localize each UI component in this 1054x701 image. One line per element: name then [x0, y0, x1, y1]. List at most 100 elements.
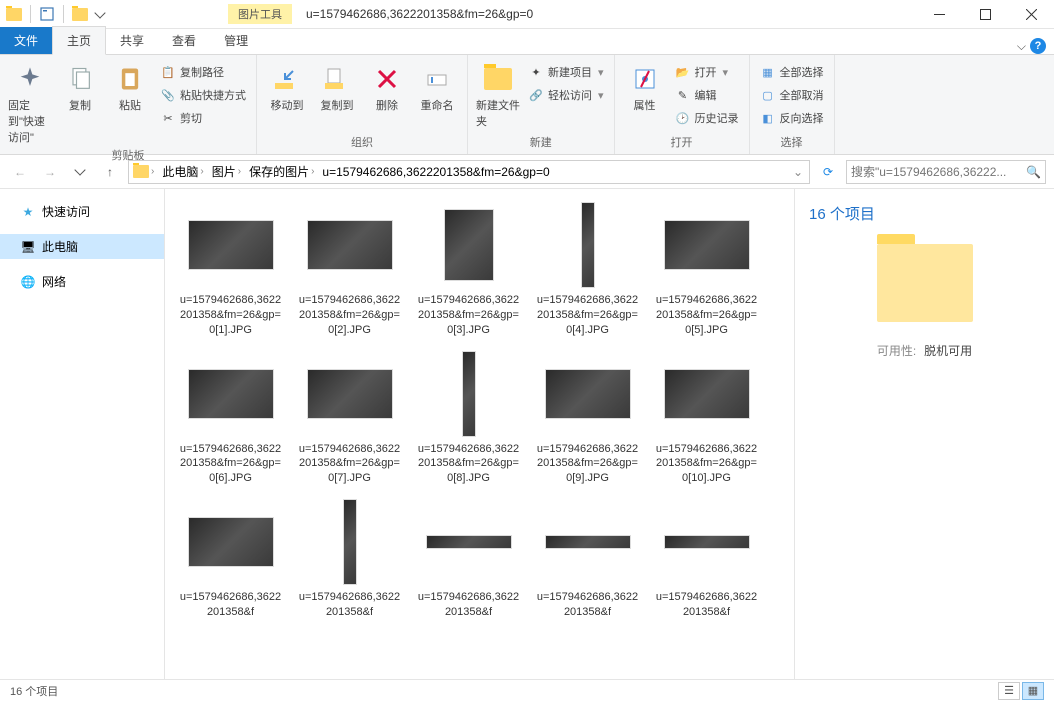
- view-details-button[interactable]: ☰: [998, 682, 1020, 700]
- file-item[interactable]: u=1579462686,3622201358&fm=26&gp=0[7].JP…: [292, 346, 407, 491]
- open-group-label: 打开: [621, 134, 743, 152]
- tab-manage[interactable]: 管理: [210, 27, 262, 54]
- file-item[interactable]: u=1579462686,3622201358&f: [173, 494, 288, 624]
- app-icon: [6, 8, 22, 21]
- file-item[interactable]: u=1579462686,3622201358&f: [292, 494, 407, 624]
- file-item[interactable]: u=1579462686,3622201358&f: [411, 494, 526, 624]
- thumbnail: [425, 498, 513, 586]
- file-view[interactable]: u=1579462686,3622201358&fm=26&gp=0[1].JP…: [165, 189, 794, 679]
- newfolder-button[interactable]: 新建文件夹: [474, 61, 522, 131]
- tab-view[interactable]: 查看: [158, 27, 210, 54]
- sidebar-item-this-pc[interactable]: 🖥此电脑: [0, 234, 164, 259]
- breadcrumb-root-icon[interactable]: ›: [129, 161, 158, 183]
- file-item[interactable]: u=1579462686,3622201358&f: [530, 494, 645, 624]
- refresh-icon[interactable]: ⟳: [816, 160, 840, 184]
- close-button[interactable]: [1008, 0, 1054, 29]
- maximize-button[interactable]: [962, 0, 1008, 29]
- organize-group-label: 组织: [263, 134, 461, 152]
- pasteshortcut-button[interactable]: 📎粘贴快捷方式: [156, 84, 250, 106]
- thumbnail: [425, 350, 513, 438]
- invertsel-button[interactable]: ◧反向选择: [756, 107, 828, 129]
- file-name: u=1579462686,3622201358&fm=26&gp=0[8].JP…: [415, 442, 522, 487]
- thumbnail: [544, 350, 632, 438]
- breadcrumb[interactable]: › 此电脑› 图片› 保存的图片› u=1579462686,362220135…: [128, 160, 810, 184]
- tab-share[interactable]: 共享: [106, 27, 158, 54]
- newitem-button[interactable]: ✦新建项目▾: [524, 61, 608, 83]
- file-item[interactable]: u=1579462686,3622201358&fm=26&gp=0[1].JP…: [173, 197, 288, 342]
- file-name: u=1579462686,3622201358&f: [296, 590, 403, 620]
- breadcrumb-pictures[interactable]: 图片›: [208, 161, 245, 183]
- file-item[interactable]: u=1579462686,3622201358&fm=26&gp=0[10].J…: [649, 346, 764, 491]
- search-icon: 🔍: [1026, 165, 1041, 179]
- address-bar: ← → ↑ › 此电脑› 图片› 保存的图片› u=1579462686,362…: [0, 155, 1054, 189]
- qat-properties-icon[interactable]: [39, 6, 55, 22]
- ribbon-tabs: 文件 主页 共享 查看 管理 ⌵ ?: [0, 29, 1054, 55]
- sidebar-item-quick-access[interactable]: ★快速访问: [0, 199, 164, 224]
- quick-access-toolbar: [0, 5, 108, 23]
- select-group-label: 选择: [756, 134, 828, 152]
- contextual-tab-label: 图片工具: [228, 4, 292, 24]
- details-availability: 可用性: 脱机可用: [809, 342, 1040, 359]
- file-name: u=1579462686,3622201358&f: [653, 590, 760, 620]
- ribbon-group-new: 新建文件夹 ✦新建项目▾ 🔗轻松访问▾ 新建: [468, 55, 615, 154]
- file-name: u=1579462686,3622201358&f: [177, 590, 284, 620]
- nav-forward-icon[interactable]: →: [38, 160, 62, 184]
- copypath-button[interactable]: 📋复制路径: [156, 61, 250, 83]
- edit-button[interactable]: ✎编辑: [671, 84, 743, 106]
- breadcrumb-dropdown-icon[interactable]: ⌄: [787, 165, 809, 179]
- search-input[interactable]: [851, 165, 1026, 179]
- search-box[interactable]: 🔍: [846, 160, 1046, 184]
- delete-button[interactable]: 删除: [363, 61, 411, 115]
- easyaccess-button[interactable]: 🔗轻松访问▾: [524, 84, 608, 106]
- thumbnail: [187, 201, 275, 289]
- file-item[interactable]: u=1579462686,3622201358&fm=26&gp=0[3].JP…: [411, 197, 526, 342]
- qat-customize-icon[interactable]: [92, 6, 108, 22]
- ribbon-expand-icon[interactable]: ⌵: [1017, 39, 1026, 54]
- tab-home[interactable]: 主页: [52, 26, 106, 55]
- file-item[interactable]: u=1579462686,3622201358&fm=26&gp=0[8].JP…: [411, 346, 526, 491]
- nav-back-icon[interactable]: ←: [8, 160, 32, 184]
- file-name: u=1579462686,3622201358&f: [534, 590, 641, 620]
- history-button[interactable]: 🕑历史记录: [671, 107, 743, 129]
- pc-icon: 🖥: [20, 239, 36, 255]
- copyto-button[interactable]: 复制到: [313, 61, 361, 115]
- file-item[interactable]: u=1579462686,3622201358&fm=26&gp=0[5].JP…: [649, 197, 764, 342]
- pin-button[interactable]: 固定到"快速访问": [6, 61, 54, 147]
- file-item[interactable]: u=1579462686,3622201358&f: [649, 494, 764, 624]
- thumbnail: [306, 201, 394, 289]
- nav-up-icon[interactable]: ↑: [98, 160, 122, 184]
- selectnone-button[interactable]: ▢全部取消: [756, 84, 828, 106]
- file-item[interactable]: u=1579462686,3622201358&fm=26&gp=0[2].JP…: [292, 197, 407, 342]
- status-item-count: 16 个项目: [10, 683, 58, 699]
- availability-value: 脱机可用: [924, 342, 972, 359]
- minimize-button[interactable]: [916, 0, 962, 29]
- sidebar-item-network[interactable]: 🌐网络: [0, 269, 164, 294]
- ribbon-group-open: 属性 📂打开▾ ✎编辑 🕑历史记录 打开: [615, 55, 750, 154]
- properties-button[interactable]: 属性: [621, 61, 669, 115]
- nav-recent-icon[interactable]: [68, 160, 92, 184]
- breadcrumb-current[interactable]: u=1579462686,3622201358&fm=26&gp=0: [318, 161, 553, 183]
- ribbon-group-organize: 移动到 复制到 删除 重命名 组织: [257, 55, 468, 154]
- file-item[interactable]: u=1579462686,3622201358&fm=26&gp=0[9].JP…: [530, 346, 645, 491]
- file-item[interactable]: u=1579462686,3622201358&fm=26&gp=0[6].JP…: [173, 346, 288, 491]
- thumbnail: [544, 201, 632, 289]
- thumbnail: [306, 350, 394, 438]
- view-icons-button[interactable]: ▦: [1022, 682, 1044, 700]
- open-button[interactable]: 📂打开▾: [671, 61, 743, 83]
- thumbnail: [663, 350, 751, 438]
- breadcrumb-pc[interactable]: 此电脑›: [158, 161, 207, 183]
- rename-button[interactable]: 重命名: [413, 61, 461, 115]
- cut-button[interactable]: ✂剪切: [156, 107, 250, 129]
- selectall-button[interactable]: ▦全部选择: [756, 61, 828, 83]
- moveto-button[interactable]: 移动到: [263, 61, 311, 115]
- breadcrumb-saved[interactable]: 保存的图片›: [245, 161, 318, 183]
- thumbnail: [425, 201, 513, 289]
- help-icon[interactable]: ?: [1030, 38, 1046, 54]
- copy-label: 复制: [69, 97, 91, 113]
- file-item[interactable]: u=1579462686,3622201358&fm=26&gp=0[4].JP…: [530, 197, 645, 342]
- status-bar: 16 个项目 ☰ ▦: [0, 679, 1054, 701]
- copy-button[interactable]: 复制: [56, 61, 104, 115]
- paste-button[interactable]: 粘贴: [106, 61, 154, 115]
- tab-file[interactable]: 文件: [0, 27, 52, 54]
- qat-newfolder-icon[interactable]: [72, 8, 88, 21]
